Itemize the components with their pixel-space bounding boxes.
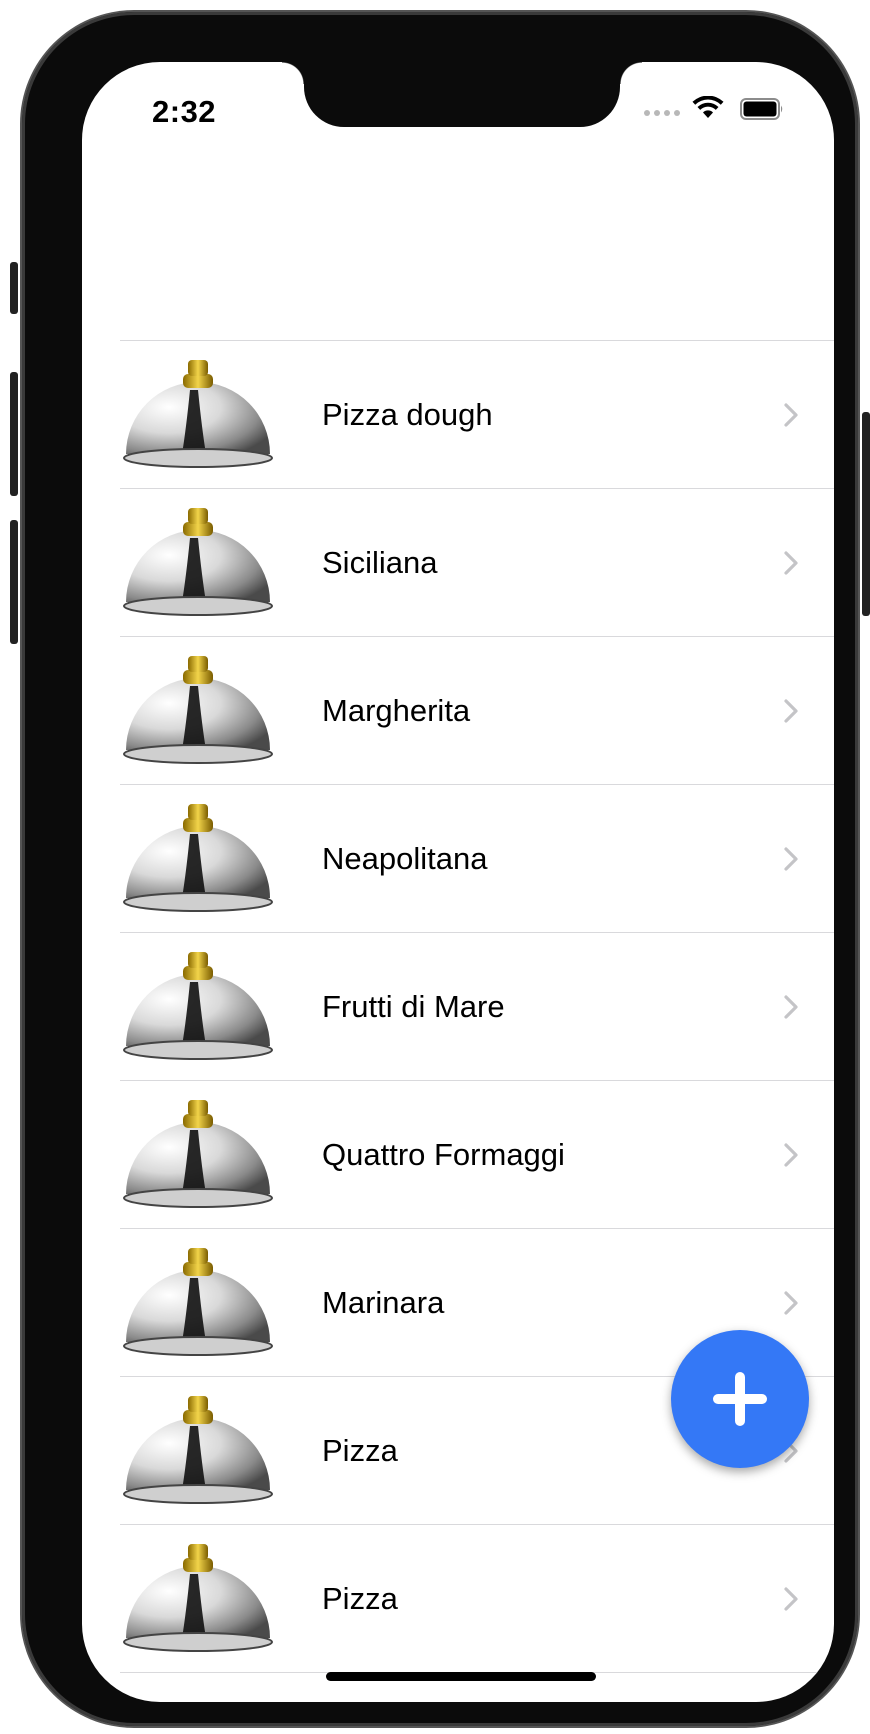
recipe-name: Pizza [322, 1432, 398, 1468]
cloche-icon [120, 1534, 276, 1664]
recipe-name: Siciliana [322, 544, 438, 580]
recipe-name: Pizza dough [322, 396, 493, 432]
recipe-name: Marinara [322, 1284, 445, 1320]
chevron-right-icon [784, 994, 798, 1019]
recipe-name: Frutti di Mare [322, 988, 505, 1024]
wifi-icon [692, 96, 724, 118]
chevron-right-icon [784, 1142, 798, 1167]
power-button [862, 412, 870, 616]
cloche-icon [120, 942, 276, 1072]
screen: 2:32 Pizza dough Siciliana Margherita Ne… [82, 62, 834, 1702]
battery-icon [740, 98, 783, 120]
recipe-row[interactable]: Margherita [120, 636, 834, 784]
device-frame: 2:32 Pizza dough Siciliana Margherita Ne… [10, 12, 870, 1726]
recipe-name: Quattro Formaggi [322, 1136, 565, 1172]
recipe-name: Neapolitana [322, 840, 488, 876]
cloche-icon [120, 1386, 276, 1516]
recipe-name: Margherita [322, 692, 471, 728]
cloche-icon [120, 1238, 276, 1368]
cloche-icon [120, 1090, 276, 1220]
chevron-right-icon [784, 402, 798, 427]
plus-icon [713, 1372, 767, 1426]
home-indicator [326, 1672, 596, 1681]
chevron-right-icon [784, 698, 798, 723]
recipe-name: Pizza [322, 1580, 398, 1616]
mute-switch [10, 262, 18, 314]
recipe-row[interactable]: Quattro Formaggi [120, 1080, 834, 1228]
volume-up-button [10, 372, 18, 496]
recipe-row[interactable]: Pizza dough [120, 340, 834, 488]
status-time: 2:32 [152, 94, 217, 129]
recipe-row[interactable]: Pizza [120, 1524, 834, 1673]
chevron-right-icon [784, 1586, 798, 1611]
cloche-icon [120, 498, 276, 628]
recipe-row[interactable]: Neapolitana [120, 784, 834, 932]
cloche-icon [120, 350, 276, 480]
recipe-row[interactable]: Frutti di Mare [120, 932, 834, 1080]
recipe-row[interactable]: Siciliana [120, 488, 834, 636]
notch [282, 62, 642, 127]
chevron-right-icon [784, 1290, 798, 1315]
recipe-list: Pizza dough Siciliana Margherita Neapoli… [120, 340, 834, 1673]
add-recipe-button[interactable] [671, 1330, 809, 1468]
cellular-signal-icon [644, 110, 680, 116]
chevron-right-icon [784, 550, 798, 575]
cloche-icon [120, 794, 276, 924]
volume-down-button [10, 520, 18, 644]
chevron-right-icon [784, 846, 798, 871]
cloche-icon [120, 646, 276, 776]
